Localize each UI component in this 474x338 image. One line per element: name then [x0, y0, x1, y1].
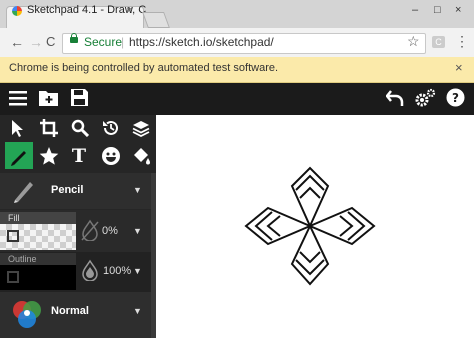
crop-icon[interactable]	[40, 119, 58, 137]
fill-label: Fill	[0, 212, 76, 224]
url-text[interactable]: https://sketch.io/sketchpad/	[129, 35, 274, 49]
open-folder-icon[interactable]	[38, 88, 60, 107]
brush-label: Pencil	[51, 184, 84, 196]
blend-mode-icon	[13, 301, 41, 328]
opacity-drop-icon	[81, 219, 99, 241]
outline-dropdown-icon[interactable]: ▼	[133, 266, 142, 276]
maximize-button[interactable]: □	[434, 4, 441, 16]
outline-opacity-value[interactable]: 100%	[103, 265, 131, 277]
canvas-drawing	[244, 166, 376, 286]
fill-color-indicator	[7, 230, 19, 242]
svg-text:?: ?	[452, 91, 459, 105]
fill-opacity-value[interactable]: 0%	[102, 225, 118, 237]
url-separator: |	[121, 35, 125, 49]
zoom-icon[interactable]	[71, 119, 89, 137]
infobar-close-icon[interactable]: ×	[455, 60, 463, 75]
outline-label: Outline	[0, 253, 76, 265]
settings-gears-icon[interactable]	[414, 88, 436, 108]
forward-icon[interactable]: →	[29, 34, 43, 50]
extension-icon[interactable]: C	[432, 36, 445, 48]
layers-icon[interactable]	[132, 119, 150, 137]
infobar-message: Chrome is being controlled by automated …	[9, 62, 279, 74]
secure-label: Secure	[84, 35, 123, 49]
fill-dropdown-icon[interactable]: ▼	[133, 226, 142, 236]
select-arrow-icon[interactable]	[10, 119, 26, 139]
history-icon[interactable]	[102, 119, 120, 137]
star-shape-icon[interactable]	[39, 146, 59, 166]
bookmark-star-icon[interactable]: ☆	[407, 33, 420, 50]
hamburger-menu-icon[interactable]	[9, 90, 27, 106]
pencil-icon	[11, 151, 26, 166]
close-window-button[interactable]: ×	[455, 4, 461, 16]
reload-icon[interactable]: C	[46, 34, 55, 49]
lock-icon	[70, 37, 78, 43]
blend-dropdown-icon[interactable]: ▼	[133, 306, 142, 316]
favicon-icon	[12, 6, 22, 16]
back-icon[interactable]: ←	[10, 34, 24, 50]
blend-mode-label: Normal	[51, 305, 89, 317]
outline-opacity-drop-icon	[82, 259, 98, 281]
minimize-button[interactable]: –	[412, 4, 418, 16]
save-icon[interactable]	[70, 88, 89, 107]
tab-close-icon[interactable]: ×	[126, 3, 133, 17]
pencil-brush-icon	[14, 182, 33, 203]
emoji-icon[interactable]	[101, 146, 121, 166]
brush-dropdown-icon[interactable]: ▼	[133, 185, 142, 195]
fill-bucket-icon[interactable]	[131, 146, 151, 166]
outline-color-indicator	[7, 271, 19, 283]
text-tool-icon[interactable]: T	[68, 145, 90, 167]
undo-icon[interactable]	[386, 88, 404, 107]
help-icon[interactable]: ?	[446, 88, 465, 107]
browser-menu-icon[interactable]: ⋮	[455, 33, 469, 50]
